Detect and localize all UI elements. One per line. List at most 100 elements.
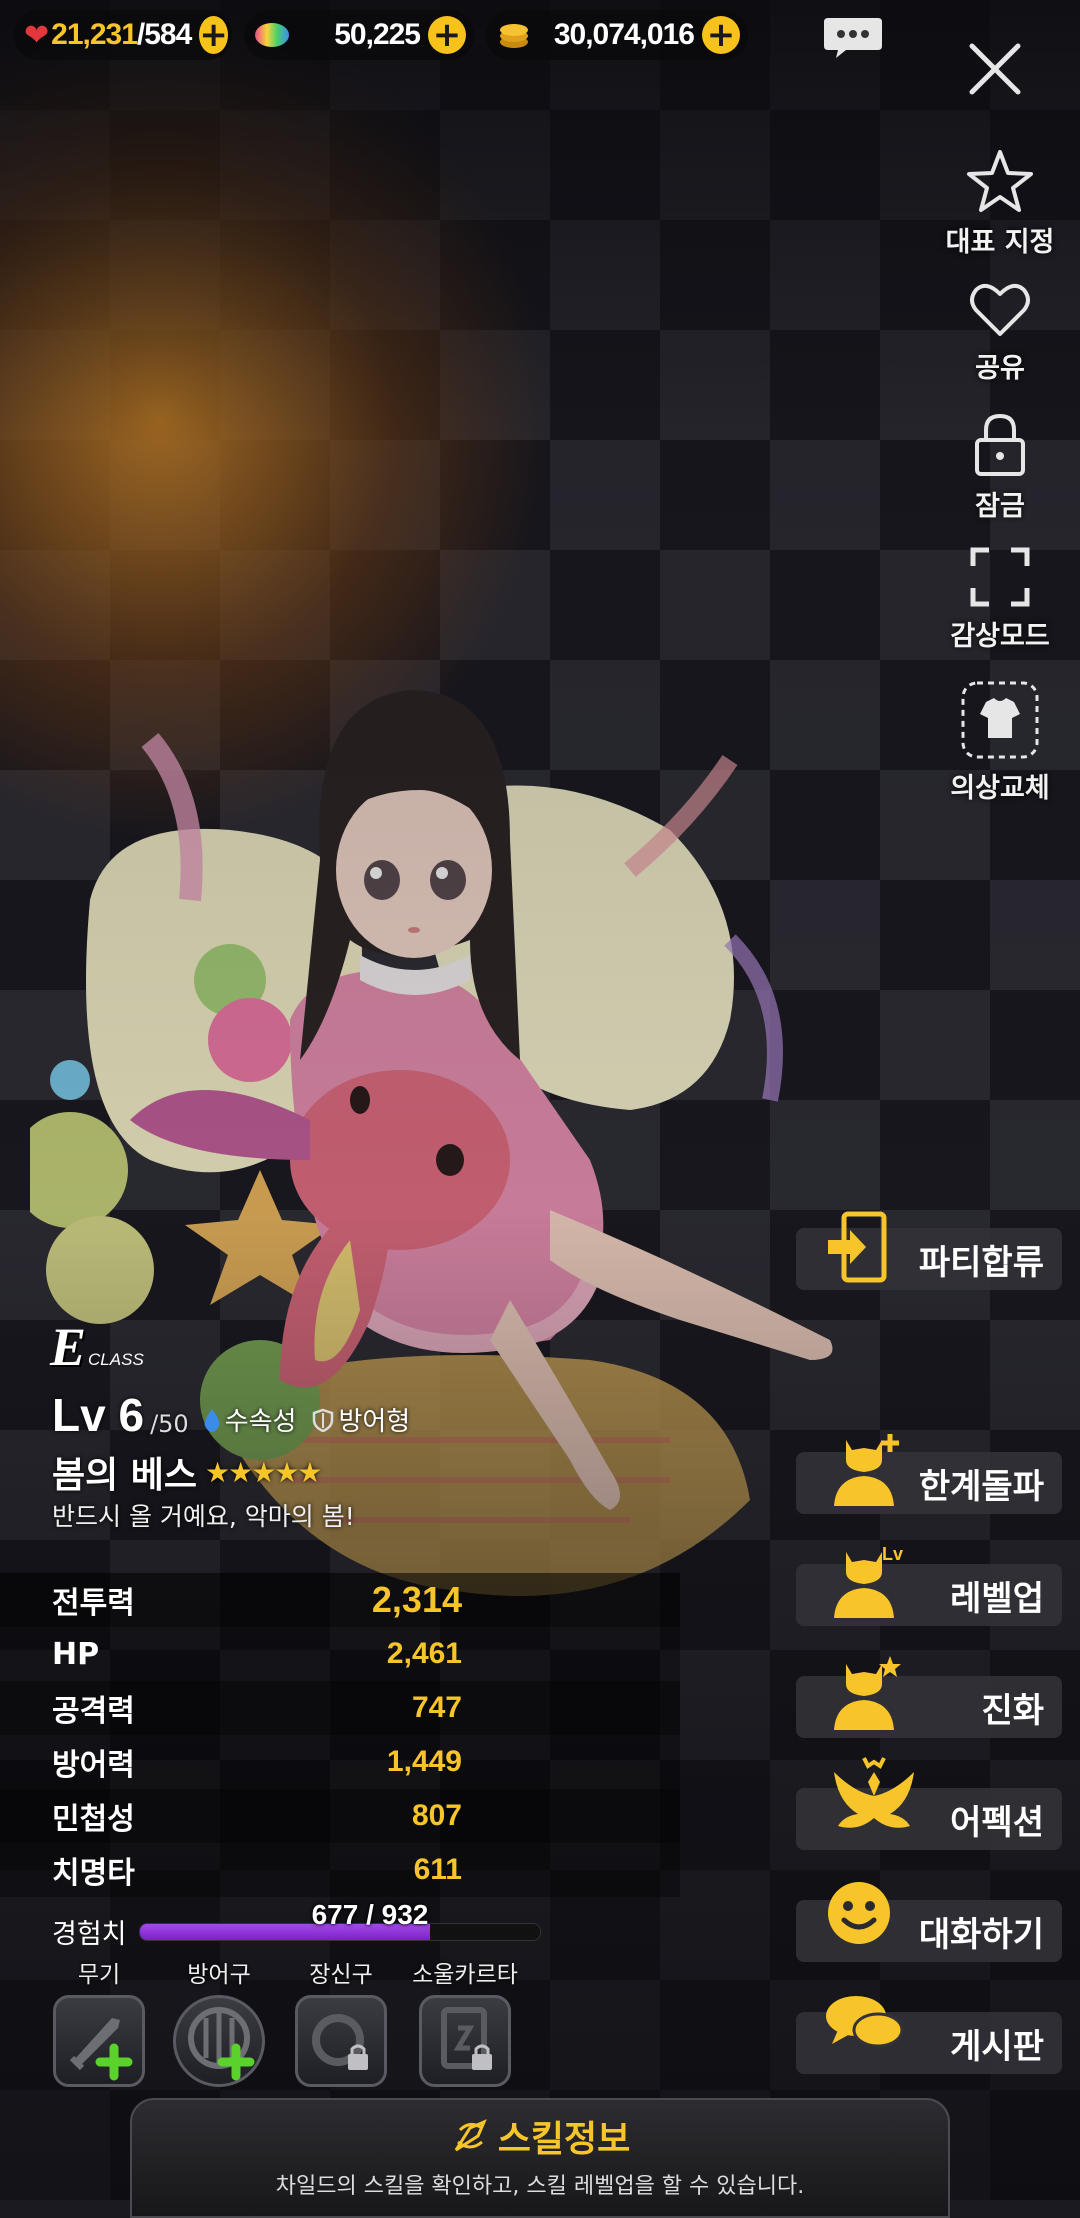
skill-info-description: 차일드의 스킬을 확인하고, 스킬 레벨업을 할 수 있습니다.: [275, 2174, 805, 2199]
experience-label: 경험치: [52, 1919, 127, 1950]
talk-button[interactable]: 대화하기: [796, 1882, 1062, 1962]
winged-affection-icon: [834, 1757, 914, 1828]
character-quote: 반드시 올 거예요, 악마의 봄!: [52, 1502, 355, 1531]
lock-label: 잠금: [975, 491, 1025, 522]
smiley-icon: [828, 1882, 890, 1944]
star-rating: ★★★★★: [205, 1455, 323, 1489]
svg-text:Lv: Lv: [882, 1544, 903, 1564]
stat-label: 공격력: [52, 1694, 135, 1729]
role-attribute: 방어형: [312, 1401, 410, 1438]
limit-break-label: 한계돌파: [918, 1466, 1044, 1507]
level-value: 6: [118, 1389, 145, 1441]
stats-table: 전투력 2,314 HP 2,461 공격력 747 방어력 1,449 민첩성 807 …: [0, 1573, 680, 1897]
join-party-button[interactable]: 파티합류: [796, 1211, 1062, 1290]
change-costume-button[interactable]: 의상교체: [930, 680, 1070, 805]
element-attribute: 수속성: [203, 1401, 297, 1438]
equip-label: 장신구: [309, 1962, 373, 1988]
class-label: CLASS: [88, 1350, 144, 1369]
stat-label: 민첩성: [52, 1802, 135, 1837]
soul-carta-slot[interactable]: [419, 1995, 511, 2087]
equip-label: 무기: [77, 1962, 121, 1988]
stat-value: 807: [411, 1799, 462, 1832]
shield-icon: [313, 1408, 334, 1432]
stamina-counter: ❤ 21,231/584 +: [14, 10, 232, 60]
equip-soul-carta: 소울카르타: [400, 1955, 530, 2087]
stat-value: 2,461: [386, 1637, 462, 1670]
role-label: 방어형: [338, 1407, 411, 1437]
level-prefix: Lv: [52, 1389, 106, 1441]
locked-ring-icon: [312, 2014, 368, 2070]
affection-label: 어펙션: [950, 1802, 1044, 1843]
share-button[interactable]: 공유: [930, 280, 1070, 385]
view-mode-button[interactable]: 감상모드: [930, 546, 1070, 653]
stat-label: HP: [52, 1636, 100, 1672]
gold-counter: 30,074,016 +: [486, 10, 748, 60]
stat-row: 공격력 747: [0, 1681, 680, 1735]
share-label: 공유: [975, 353, 1025, 384]
board-button[interactable]: 게시판: [796, 1996, 1062, 2074]
level-up-label: 레벨업: [950, 1578, 1044, 1619]
view-mode-label: 감상모드: [950, 621, 1050, 652]
element-label: 수속성: [224, 1407, 297, 1437]
level-up-button[interactable]: Lv 레벨업: [796, 1544, 1062, 1626]
weapon-slot[interactable]: [53, 1995, 145, 2087]
shield-add-icon: [188, 2007, 255, 2081]
water-drop-icon: [204, 1408, 220, 1432]
stat-value: 2,314: [371, 1579, 462, 1620]
armor-slot[interactable]: [173, 1995, 265, 2087]
gold-coin-icon: [496, 17, 532, 53]
heart-icon: ❤: [24, 17, 50, 53]
stat-value: 611: [413, 1853, 462, 1886]
level-line: Lv 6 /50 수속성 방어형: [52, 1392, 420, 1438]
gem-value: 50,225: [334, 18, 421, 51]
affection-button[interactable]: 어펙션: [796, 1757, 1062, 1850]
enter-door-icon: [828, 1211, 887, 1283]
level-max: /50: [150, 1410, 189, 1438]
star-icon: [967, 150, 1033, 212]
fullscreen-icon: [970, 547, 1030, 607]
evolution-button[interactable]: 진화: [796, 1656, 1062, 1738]
gold-value: 30,074,016: [553, 18, 695, 51]
set-representative-button[interactable]: 대표 지정: [930, 148, 1070, 259]
skill-info-title: 스킬정보: [497, 2119, 631, 2160]
skill-info-panel[interactable]: 스킬정보 차일드의 스킬을 확인하고, 스킬 레벨업을 할 수 있습니다.: [130, 2098, 950, 2218]
set-representative-label: 대표 지정: [945, 227, 1055, 258]
stat-row: 치명타 611: [0, 1843, 680, 1897]
stat-value: 1,449: [386, 1745, 462, 1778]
chat-icon[interactable]: [822, 16, 884, 60]
evolution-icon: [834, 1656, 901, 1730]
add-stamina-button[interactable]: +: [199, 16, 228, 54]
speech-bubbles-icon: [826, 1996, 904, 2048]
gem-counter: 50,225 +: [244, 10, 474, 60]
level-up-icon: Lv: [834, 1544, 903, 1618]
character-name-line: 봄의 베스 ★★★★★: [52, 1446, 323, 1498]
limit-break-icon: [834, 1434, 899, 1506]
stat-label: 전투력: [52, 1586, 135, 1621]
equip-weapon: 무기: [34, 1955, 164, 2087]
accessory-slot[interactable]: [295, 1995, 387, 2087]
equip-label: 소울카르타: [412, 1962, 518, 1988]
stamina-current: 21,231: [51, 18, 138, 51]
equip-armor: 방어구: [154, 1955, 284, 2087]
add-gems-button[interactable]: +: [428, 16, 466, 54]
talk-label: 대화하기: [918, 1914, 1044, 1955]
class-letter: E: [50, 1317, 87, 1377]
stat-row: 민첩성 807: [0, 1789, 680, 1843]
experience-row: 경험치 677 / 932: [52, 1899, 541, 1951]
close-icon[interactable]: [960, 34, 1030, 104]
join-party-label: 파티합류: [918, 1242, 1044, 1283]
evolution-label: 진화: [981, 1690, 1044, 1731]
sword-add-icon: [69, 2018, 133, 2081]
stat-row: 전투력 2,314: [0, 1573, 680, 1627]
add-gold-button[interactable]: +: [702, 16, 740, 54]
stat-value: 747: [411, 1691, 462, 1724]
lock-button[interactable]: 잠금: [930, 412, 1070, 523]
rainbow-gem-icon: [254, 17, 290, 53]
stat-row: 방어력 1,449: [0, 1735, 680, 1789]
character-name: 봄의 베스: [52, 1455, 198, 1496]
stamina-max: 584: [144, 18, 192, 51]
change-costume-label: 의상교체: [950, 773, 1050, 804]
experience-text: 677 / 932: [311, 1899, 429, 1930]
limit-break-button[interactable]: 한계돌파: [796, 1434, 1062, 1514]
board-label: 게시판: [950, 2026, 1044, 2067]
